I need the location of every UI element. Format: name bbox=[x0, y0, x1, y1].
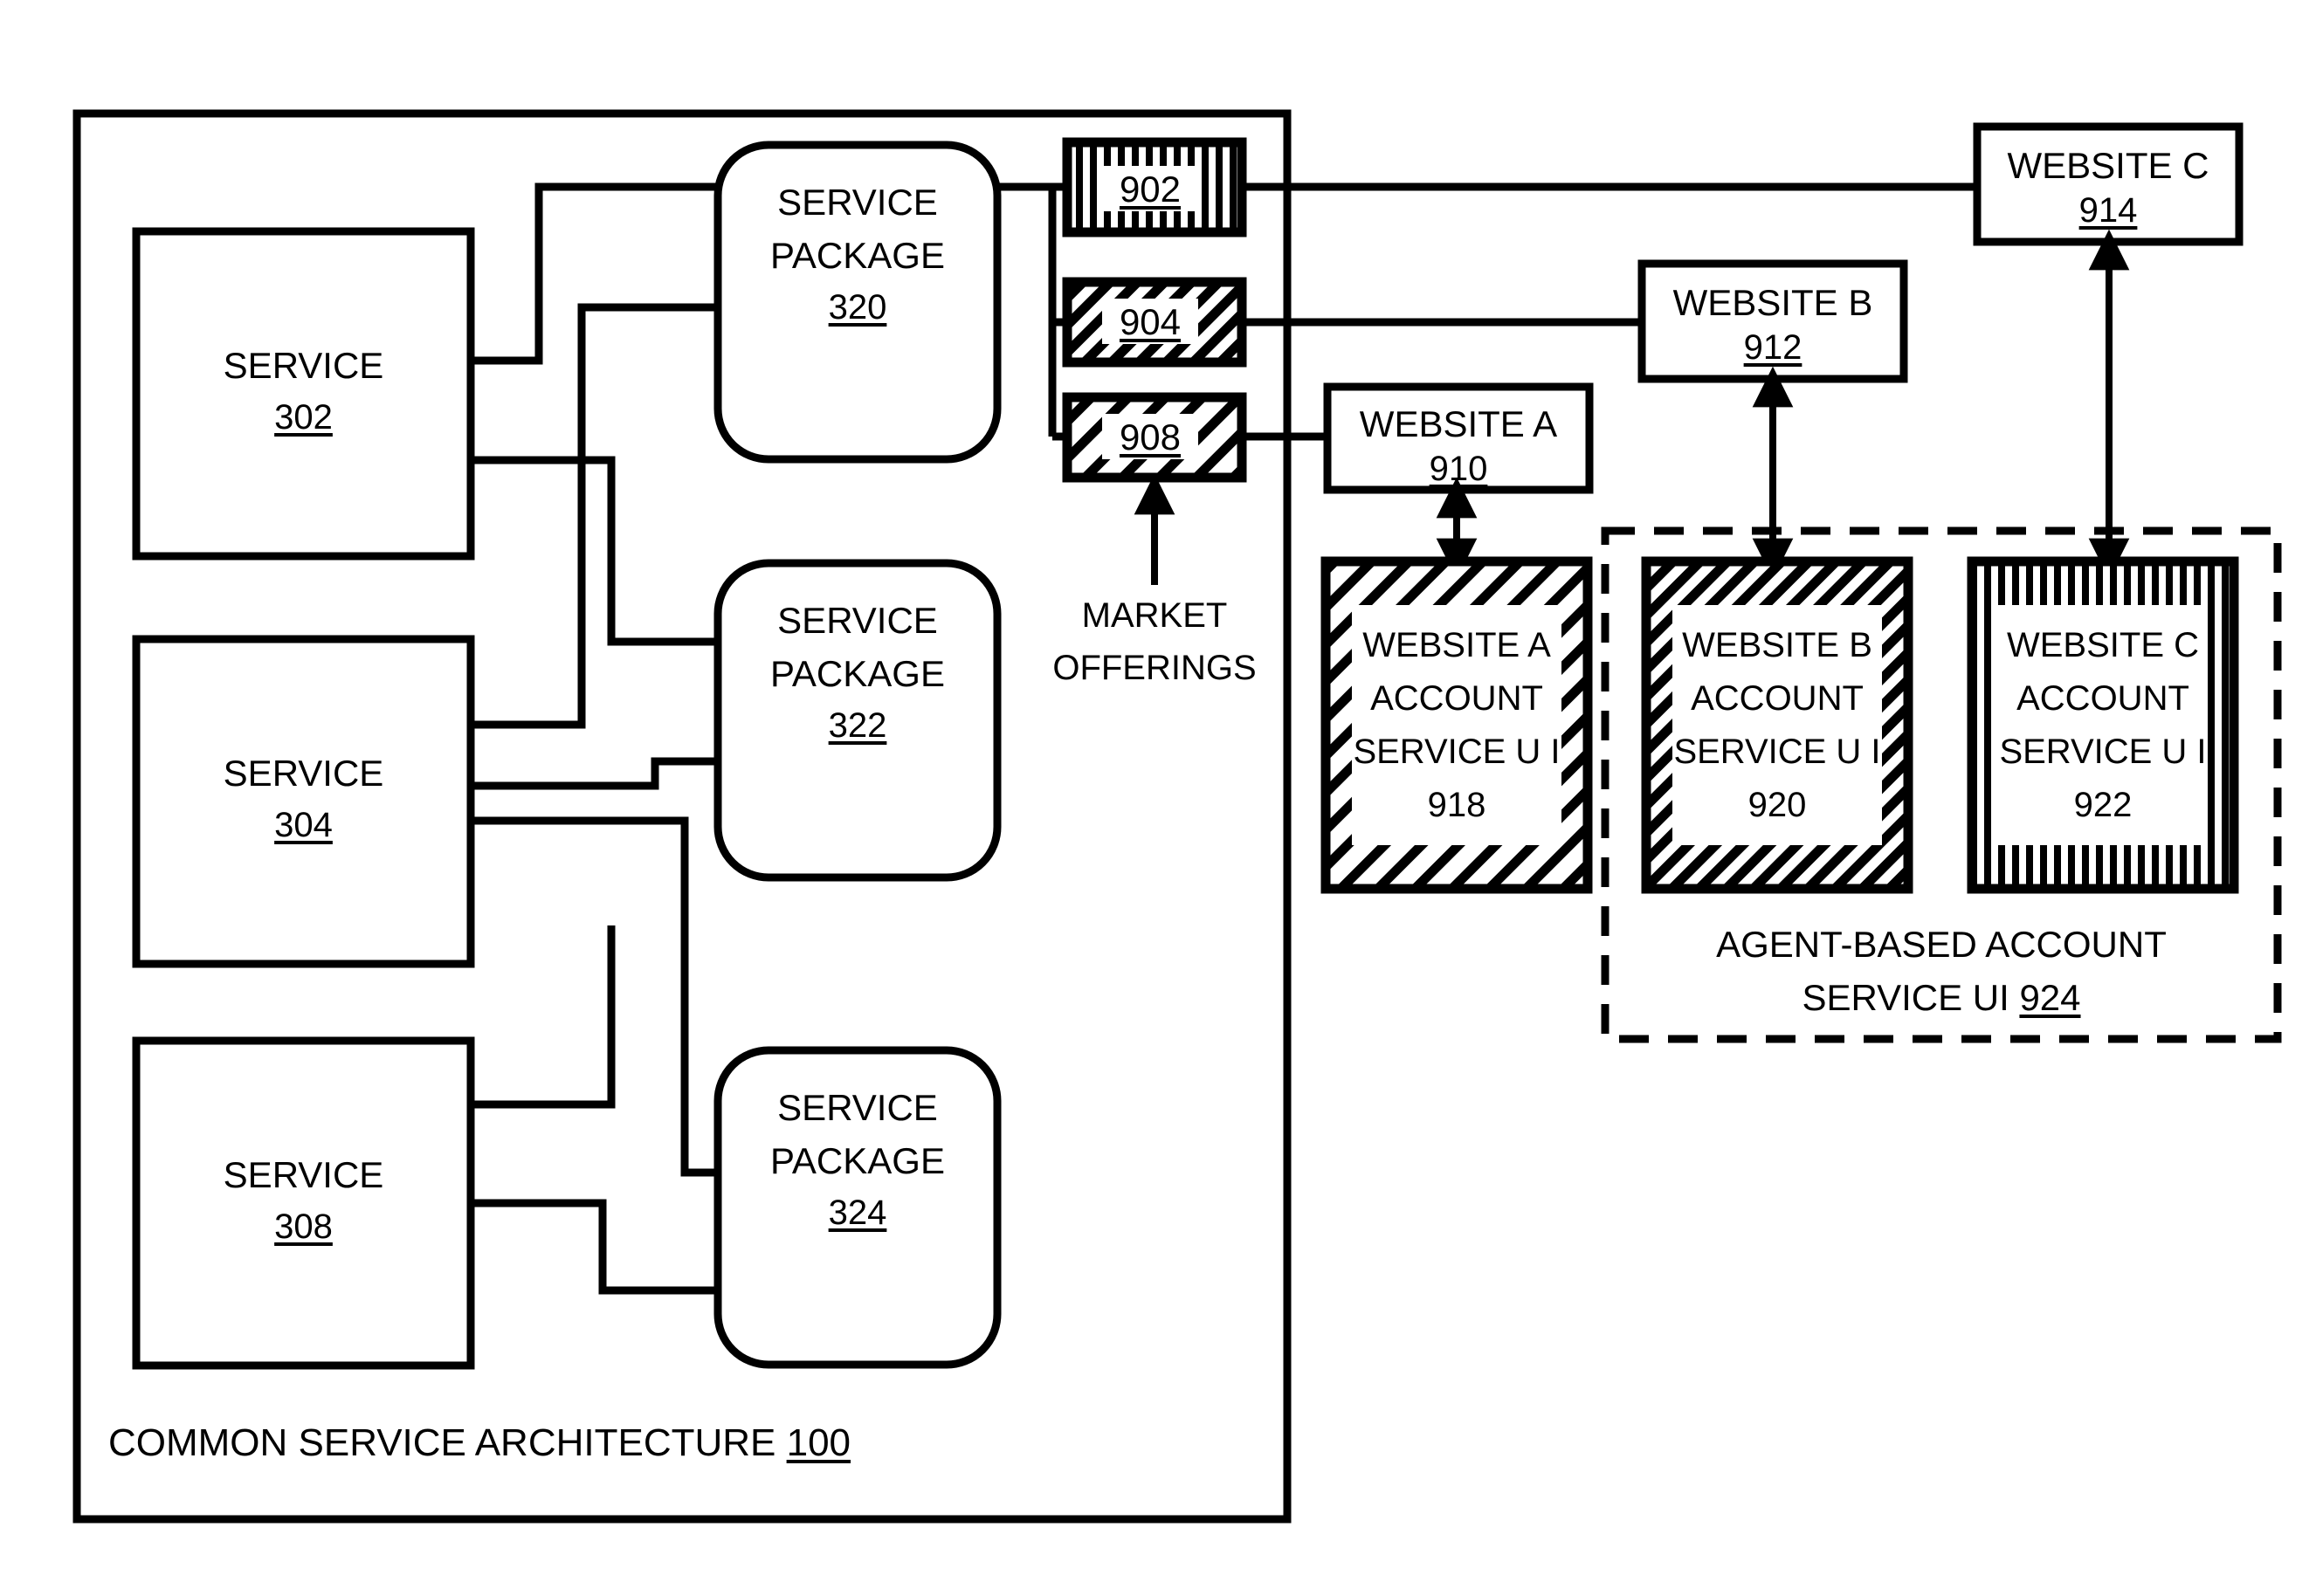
service-package-324-box bbox=[713, 1046, 1002, 1369]
service-302-box bbox=[132, 227, 475, 561]
website-c-box bbox=[1973, 122, 2244, 246]
connector-302-to-320 bbox=[471, 182, 718, 365]
connector-304-to-324 bbox=[471, 816, 718, 1177]
connector-304-to-322 bbox=[471, 757, 718, 790]
label-plate-908 bbox=[1102, 414, 1198, 459]
connector-302-to-322 bbox=[471, 456, 718, 646]
service-304-box bbox=[132, 635, 475, 968]
diagram-canvas: SERVICE 302 SERVICE 304 SERVICE 308 SERV… bbox=[0, 0, 2316, 1596]
connector-304-to-320 bbox=[471, 303, 718, 729]
connector-308-to-322 bbox=[471, 925, 616, 1109]
website-a-box bbox=[1323, 382, 1594, 494]
connector-308-to-324 bbox=[471, 1199, 718, 1295]
website-b-box bbox=[1637, 259, 1908, 383]
service-package-320-box bbox=[713, 141, 1002, 464]
label-plate-918 bbox=[1352, 605, 1561, 845]
label-plate-902 bbox=[1102, 166, 1198, 211]
label-plate-922 bbox=[1998, 605, 2208, 845]
label-plate-904 bbox=[1102, 299, 1198, 344]
service-package-322-box bbox=[713, 559, 1002, 882]
diagram-vector-layer bbox=[72, 109, 2282, 1524]
label-plate-920 bbox=[1672, 605, 1882, 845]
service-308-box bbox=[132, 1036, 475, 1370]
